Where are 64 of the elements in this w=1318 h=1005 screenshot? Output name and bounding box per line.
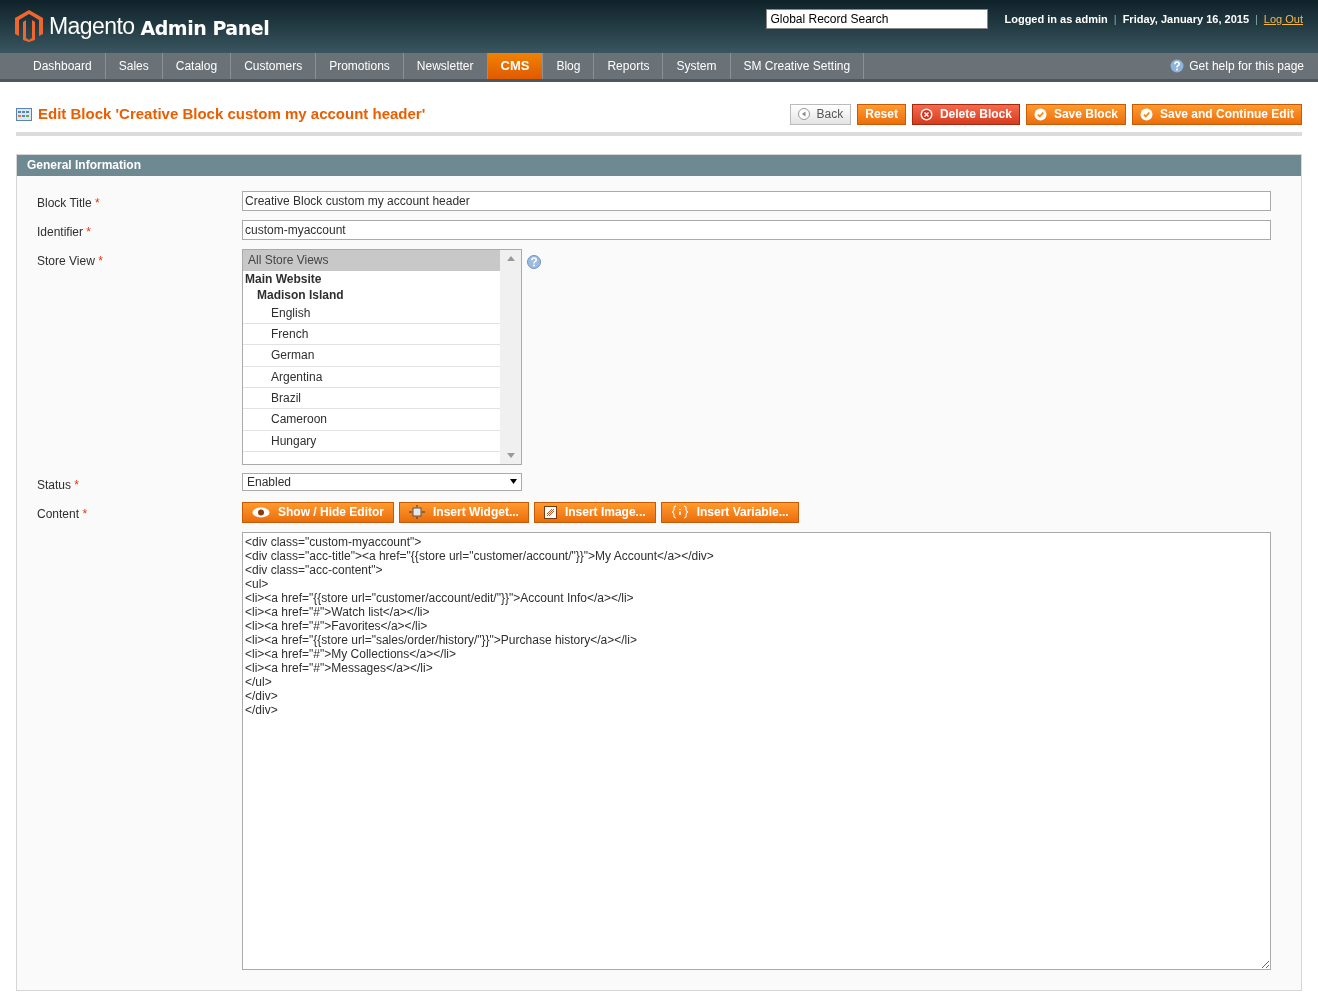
nav-tab[interactable]: Dashboard (20, 53, 106, 79)
nav-tab[interactable]: Sales (105, 53, 163, 79)
help-icon (527, 254, 541, 269)
identifier-field[interactable]: custom-myaccount (242, 219, 1271, 240)
grid-icon (16, 107, 32, 121)
logo-subtitle: Admin Panel (140, 16, 270, 41)
nav-tab[interactable]: Reports (594, 53, 664, 79)
global-search-field[interactable]: Global Record Search (766, 9, 989, 29)
logo-icon (15, 10, 43, 43)
separator: | (1113, 11, 1117, 27)
help-icon (1170, 59, 1185, 73)
title-field[interactable]: Creative Block custom my account header (242, 190, 1271, 211)
nav-tab[interactable]: System (663, 53, 731, 79)
help-link[interactable]: Get help for this page (1189, 57, 1304, 75)
checkmark-icon (1033, 107, 1047, 121)
required-mark: * (74, 477, 80, 492)
date-text: Friday, January 16, 2015 (1122, 11, 1249, 27)
page-title: Edit Block 'Creative Block custom my account header' (38, 104, 426, 124)
braces-icon (670, 505, 689, 519)
required-mark: * (86, 224, 92, 239)
save-button[interactable]: Save Block (1025, 103, 1126, 125)
separator: | (1255, 11, 1258, 27)
scroll-up-icon[interactable] (506, 255, 515, 261)
nav-tab[interactable]: CMS (487, 53, 544, 79)
required-mark: * (95, 195, 100, 210)
required-mark: * (98, 253, 103, 268)
logo-wordmark: Magento (49, 12, 135, 41)
store-group-label: Main Website (244, 270, 323, 287)
dropdown-arrow-icon (510, 479, 517, 484)
section-header: General Information (17, 154, 1301, 176)
reset-button[interactable]: Reset (857, 103, 906, 125)
widget-icon (409, 505, 425, 519)
field-label: Status (37, 477, 73, 492)
store-option[interactable]: All Store Views (243, 249, 500, 271)
required-mark: * (82, 506, 88, 521)
field-label: Block Title (37, 195, 93, 210)
image-icon (543, 505, 557, 519)
save-button[interactable]: Save and Continue Edit (1132, 103, 1302, 125)
back-button[interactable]: Back (789, 103, 852, 125)
editor-button[interactable]: Insert Image... (533, 501, 656, 523)
content-editor[interactable]: <div class="custom-myaccount"> <div class="acc-title"><a href="{{store url="customer/account/"}}">My Account</a></div> <div class="acc-content"> <ul> <li><a href="{{store url="customer/account/edit/"}}">Account Info</a></li> <li><a href="#">Watch list</a></li> <li><a href="#">Favorites</a></li> <li><a href="{{store url="sales/order/history/"}}">Purchase history</a></li> <li><a href="#">My Collections</a></li> <li><a href="#">Messages</a></li> </ul> </div> </div> (242, 531, 1271, 970)
checkmark-icon (1140, 107, 1153, 121)
field-label: Store View (37, 253, 96, 268)
close-icon (919, 107, 933, 121)
nav-tab[interactable]: Catalog (162, 53, 232, 79)
eye-icon (252, 506, 270, 518)
status-dropdown[interactable]: Enabled (242, 472, 522, 491)
field-label: Content (37, 506, 81, 521)
store-view-listbox[interactable]: All Store Views Main Website Madison Island English French German Argentina Brazil Cameroon Hungary (242, 248, 522, 465)
nav-tab[interactable]: Promotions (316, 53, 404, 79)
editor-button[interactable]: Insert Variable... (660, 501, 799, 523)
delete-button[interactable]: Delete Block (911, 103, 1020, 125)
scrollbar[interactable] (500, 249, 521, 464)
nav-tab[interactable]: Newsletter (403, 53, 488, 79)
field-label: Identifier (37, 224, 85, 239)
editor-button[interactable]: Insert Widget... (399, 501, 529, 523)
logged-in-text: Logged in as admin (1004, 11, 1108, 27)
editor-button[interactable]: Show / Hide Editor (242, 501, 394, 523)
nav-tab[interactable]: SM Creative Setting (730, 53, 865, 79)
store-group-label: Madison Island (256, 286, 345, 303)
logout-link[interactable]: Log Out (1263, 10, 1303, 28)
nav-tab[interactable]: Blog (543, 53, 595, 79)
nav-tab[interactable]: Customers (231, 53, 317, 79)
scroll-down-icon[interactable] (506, 452, 515, 458)
